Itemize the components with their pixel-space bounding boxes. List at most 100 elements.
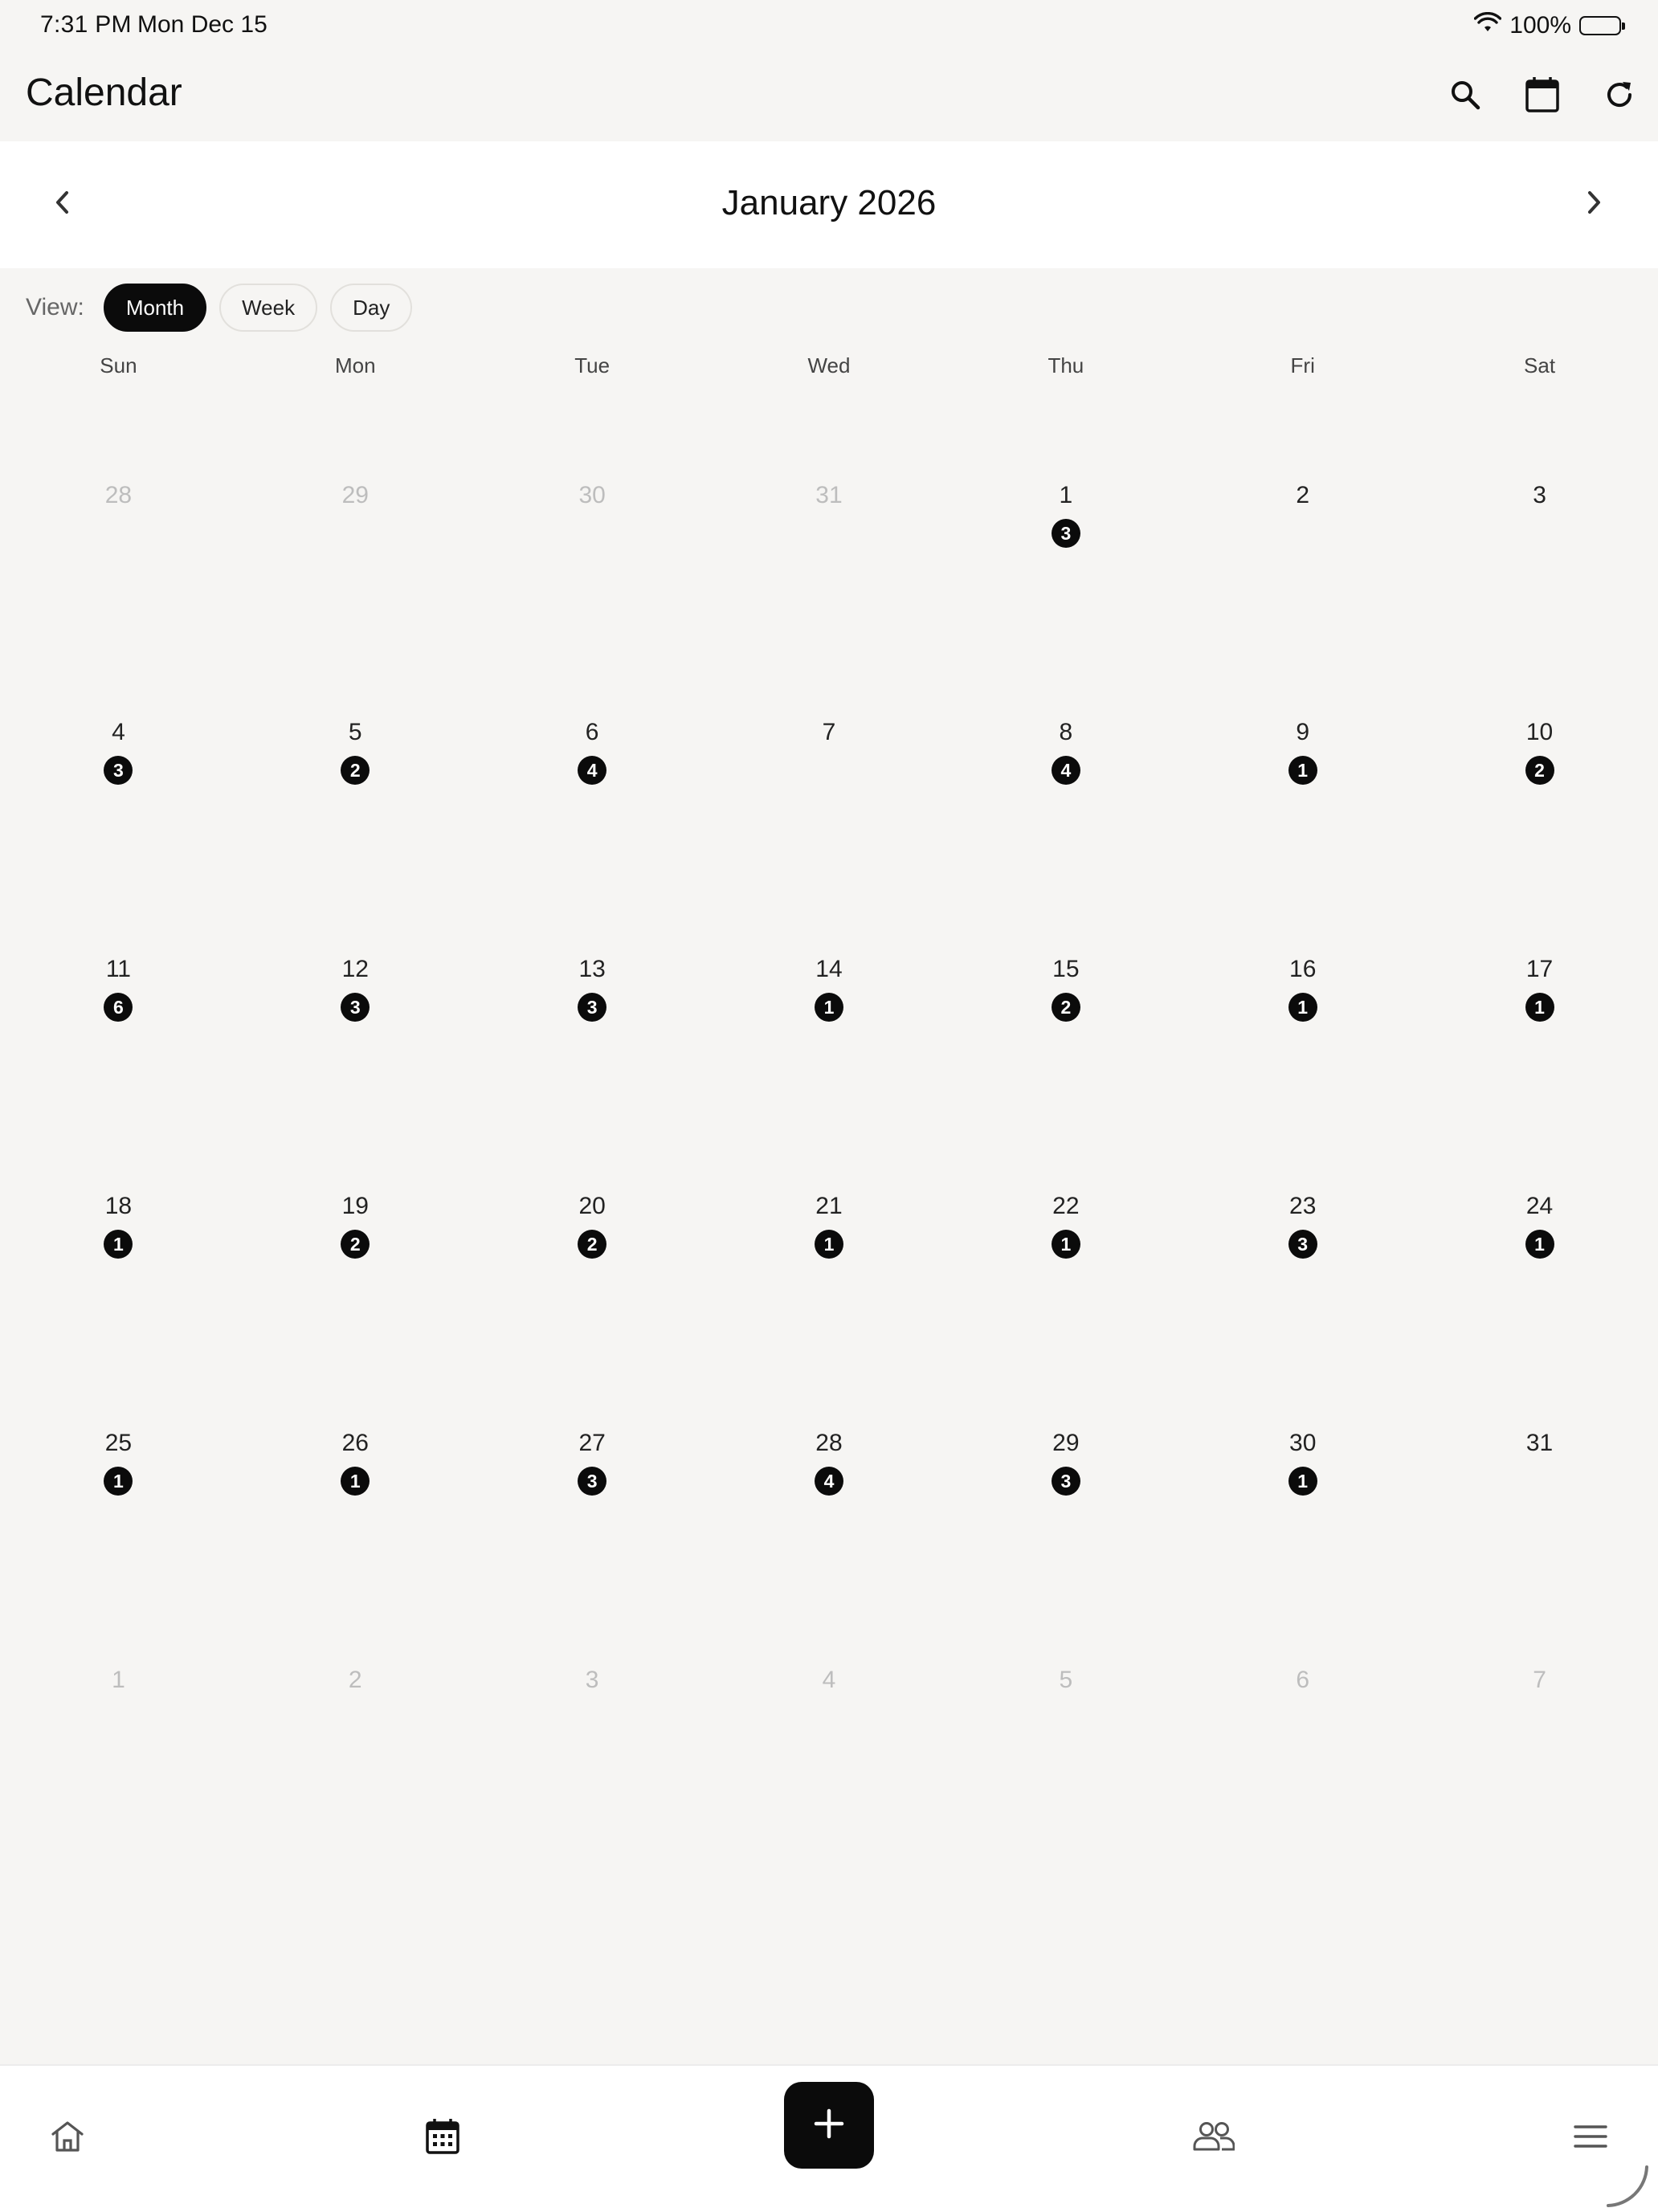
day-cell[interactable]: 91 bbox=[1184, 622, 1421, 859]
weekday-label: Sat bbox=[1524, 353, 1556, 378]
search-button[interactable] bbox=[1440, 71, 1491, 122]
day-cell[interactable]: 26 1 bbox=[237, 1333, 474, 1570]
menu-icon bbox=[1574, 2124, 1607, 2153]
nav-calendar-button[interactable] bbox=[410, 2106, 475, 2170]
day-cell[interactable]: 3 bbox=[474, 1570, 711, 1807]
day-number: 7 bbox=[1533, 1667, 1546, 1693]
day-number: 3 bbox=[585, 1667, 599, 1693]
day-cell[interactable]: 27 3 bbox=[474, 1333, 711, 1570]
day-cell[interactable]: 84 bbox=[947, 622, 1184, 859]
day-cell[interactable]: 11 6 bbox=[0, 859, 237, 1096]
day-cell[interactable]: 28 bbox=[0, 386, 237, 622]
day-cell[interactable]: 64 bbox=[474, 622, 711, 859]
event-count-badge: 3 bbox=[578, 1467, 607, 1496]
day-cell[interactable]: 30 bbox=[474, 386, 711, 622]
day-number: 29 bbox=[1052, 1430, 1080, 1456]
next-month-button[interactable] bbox=[1568, 178, 1619, 230]
day-cell[interactable]: 18 1 bbox=[0, 1096, 237, 1333]
event-count-badge: 3 bbox=[341, 993, 370, 1022]
status-time: 7:31 PM bbox=[40, 11, 132, 38]
day-cell[interactable]: 31 bbox=[1421, 1333, 1658, 1570]
calendar-icon bbox=[1525, 76, 1560, 117]
day-number: 31 bbox=[1525, 1430, 1554, 1456]
battery-percent: 100% bbox=[1509, 12, 1571, 39]
today-button[interactable] bbox=[1517, 71, 1568, 122]
wifi-icon bbox=[1474, 11, 1502, 39]
day-cell[interactable]: 28 4 bbox=[711, 1333, 948, 1570]
day-cell[interactable]: 13 bbox=[947, 386, 1184, 622]
month-grid: 28 29 30 31 1 3 2 3 4 3 5 2 6 4 7 8 4 9 1 10 2 11 6 12 3 13 3 14 1 15… bbox=[0, 386, 1658, 1807]
day-cell[interactable]: 23 3 bbox=[1184, 1096, 1421, 1333]
day-cell[interactable]: 3 bbox=[1421, 386, 1658, 622]
day-cell[interactable]: 12 3 bbox=[237, 859, 474, 1096]
day-cell[interactable]: 6 bbox=[1184, 1570, 1421, 1807]
day-number: 5 bbox=[1059, 1667, 1073, 1693]
day-cell[interactable]: 16 1 bbox=[1184, 859, 1421, 1096]
day-cell[interactable]: 52 bbox=[237, 622, 474, 859]
people-icon bbox=[1193, 2121, 1235, 2156]
day-number: 2 bbox=[348, 1667, 362, 1693]
status-date: Mon Dec 15 bbox=[137, 11, 267, 38]
nav-people-button[interactable] bbox=[1182, 2106, 1246, 2170]
day-cell[interactable]: 10 2 bbox=[1421, 622, 1658, 859]
day-cell[interactable]: 4 bbox=[711, 1570, 948, 1807]
day-cell[interactable]: 30 1 bbox=[1184, 1333, 1421, 1570]
day-cell[interactable]: 1 bbox=[0, 1570, 237, 1807]
view-selector: View: Month Week Day bbox=[26, 283, 425, 333]
event-count-badge: 2 bbox=[1525, 756, 1554, 785]
day-number: 5 bbox=[348, 719, 362, 745]
day-cell[interactable]: 31 bbox=[711, 386, 948, 622]
weekday-label: Thu bbox=[1047, 353, 1084, 378]
page-title: Calendar bbox=[26, 71, 182, 114]
day-cell[interactable]: 2 bbox=[1184, 386, 1421, 622]
weekday-header: Sun Mon Tue Wed Thu Fri Sat bbox=[0, 353, 1658, 386]
view-week-button[interactable]: Week bbox=[219, 284, 318, 332]
nav-menu-button[interactable] bbox=[1558, 2106, 1623, 2170]
day-number: 8 bbox=[1059, 719, 1073, 745]
day-cell[interactable]: 22 1 bbox=[947, 1096, 1184, 1333]
day-cell[interactable]: 20 2 bbox=[474, 1096, 711, 1333]
chevron-right-icon bbox=[1584, 190, 1603, 219]
day-number: 20 bbox=[578, 1193, 606, 1219]
day-cell[interactable]: 17 1 bbox=[1421, 859, 1658, 1096]
day-number: 23 bbox=[1289, 1193, 1317, 1219]
day-cell[interactable]: 5 bbox=[947, 1570, 1184, 1807]
battery-icon bbox=[1579, 16, 1625, 35]
view-month-button[interactable]: Month bbox=[103, 284, 207, 332]
day-number: 25 bbox=[104, 1430, 133, 1456]
add-event-button[interactable] bbox=[784, 2082, 874, 2169]
day-number: 29 bbox=[341, 482, 369, 508]
weekday-label: Mon bbox=[334, 353, 376, 378]
day-number: 28 bbox=[104, 482, 133, 508]
day-number: 21 bbox=[815, 1193, 843, 1219]
day-cell[interactable]: 29 bbox=[237, 386, 474, 622]
day-cell[interactable]: 7 bbox=[711, 622, 948, 859]
day-cell[interactable]: 25 1 bbox=[0, 1333, 237, 1570]
nav-home-button[interactable] bbox=[35, 2106, 100, 2170]
event-count-badge: 1 bbox=[1051, 1230, 1080, 1259]
day-cell[interactable]: 29 3 bbox=[947, 1333, 1184, 1570]
day-number: 13 bbox=[578, 956, 606, 982]
event-count-badge: 4 bbox=[1051, 756, 1080, 785]
day-cell[interactable]: 43 bbox=[0, 622, 237, 859]
day-cell[interactable]: 2 bbox=[237, 1570, 474, 1807]
day-cell[interactable]: 7 bbox=[1421, 1570, 1658, 1807]
view-day-button[interactable]: Day bbox=[330, 284, 413, 332]
day-cell[interactable]: 13 3 bbox=[474, 859, 711, 1096]
event-count-badge: 1 bbox=[1525, 1230, 1554, 1259]
day-cell[interactable]: 14 1 bbox=[711, 859, 948, 1096]
event-count-badge: 3 bbox=[104, 756, 133, 785]
day-cell[interactable]: 21 1 bbox=[711, 1096, 948, 1333]
day-number: 30 bbox=[1289, 1430, 1317, 1456]
event-count-badge: 3 bbox=[1288, 1230, 1317, 1259]
day-number: 31 bbox=[815, 482, 843, 508]
event-count-badge: 1 bbox=[1288, 756, 1317, 785]
bottom-nav bbox=[0, 2064, 1658, 2212]
day-cell[interactable]: 15 2 bbox=[947, 859, 1184, 1096]
day-number: 4 bbox=[822, 1667, 836, 1693]
day-number: 10 bbox=[1525, 719, 1554, 745]
day-cell[interactable]: 19 2 bbox=[237, 1096, 474, 1333]
refresh-button[interactable] bbox=[1594, 71, 1645, 122]
day-cell[interactable]: 24 1 bbox=[1421, 1096, 1658, 1333]
day-number: 1 bbox=[112, 1667, 125, 1693]
